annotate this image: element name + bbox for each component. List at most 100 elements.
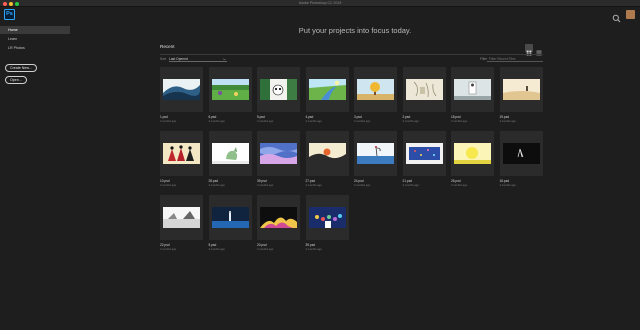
file-thumbnail[interactable] xyxy=(208,195,252,240)
file-thumbnail[interactable] xyxy=(354,67,397,112)
file-thumbnail[interactable] xyxy=(305,195,349,240)
file-name: 26.psd xyxy=(451,179,461,183)
app-header: Ps xyxy=(0,7,640,23)
file-thumbnail[interactable] xyxy=(354,131,397,176)
section-divider xyxy=(160,54,543,55)
file-thumbnail[interactable] xyxy=(257,67,300,112)
file-thumbnail[interactable] xyxy=(257,131,300,176)
recent-file-tile[interactable]: 28.psd 4 months ago xyxy=(208,131,252,190)
recent-file-tile[interactable]: 5.psd 4 months ago xyxy=(257,67,300,126)
file-thumbnail[interactable] xyxy=(305,131,349,176)
file-thumbnail[interactable] xyxy=(160,131,203,176)
file-thumbnail[interactable] xyxy=(160,67,203,112)
recent-file-tile[interactable]: 39.psd 4 months ago xyxy=(305,195,349,254)
file-last-opened: 4 months ago xyxy=(354,183,371,187)
thumbnail-image xyxy=(308,207,346,228)
recent-file-tile[interactable]: 39.psd 4 months ago xyxy=(257,131,300,190)
file-thumbnail[interactable] xyxy=(257,195,300,240)
file-name: 39.psd xyxy=(305,243,316,247)
thumbnail-image xyxy=(163,79,200,100)
recent-file-tile[interactable]: 19.psd 4 months ago xyxy=(499,67,543,126)
file-name: 19.psd xyxy=(499,115,510,119)
file-last-opened: 4 months ago xyxy=(257,247,274,251)
hero-headline: Put your projects into focus today. xyxy=(298,26,412,35)
recent-file-tile[interactable]: 22.psd 4 months ago xyxy=(160,195,203,254)
file-name: 39.psd xyxy=(257,179,267,183)
file-name: 24.psd xyxy=(354,179,364,183)
recent-file-tile[interactable]: 5.psd 4 months ago xyxy=(208,195,252,254)
recent-file-tile[interactable]: 3.psd 4 months ago xyxy=(354,67,397,126)
search-button[interactable] xyxy=(612,10,621,23)
thumbnail-image xyxy=(211,207,249,228)
file-last-opened: 4 months ago xyxy=(499,183,516,187)
recent-file-tile[interactable]: 16.psd 4 months ago xyxy=(499,131,543,190)
thumbnail-image xyxy=(405,143,443,164)
file-last-opened: 4 months ago xyxy=(305,183,322,187)
file-thumbnail[interactable] xyxy=(451,67,494,112)
file-last-opened: 4 months ago xyxy=(402,119,419,123)
thumbnail-image xyxy=(357,79,394,100)
thumbnail-image xyxy=(454,143,491,164)
file-last-opened: 4 months ago xyxy=(305,119,322,123)
file-thumbnail[interactable] xyxy=(402,131,446,176)
recent-file-tile[interactable]: 26.psd 4 months ago xyxy=(451,131,494,190)
file-last-opened: 4 months ago xyxy=(257,119,274,123)
recent-file-tile[interactable]: 24.psd 4 months ago xyxy=(354,131,397,190)
thumbnail-image xyxy=(308,143,346,164)
sidebar: Home Learn LR Photos Create New... Open.… xyxy=(0,26,70,330)
thumbnail-image xyxy=(502,79,540,100)
sidebar-item-lr-photos[interactable]: LR Photos xyxy=(0,44,70,52)
sort-direction-icon[interactable]: ↓ xyxy=(223,56,225,62)
sort-label: Sort xyxy=(160,57,167,61)
recent-file-tile[interactable]: 20.psd 4 months ago xyxy=(257,195,300,254)
file-thumbnail[interactable] xyxy=(208,67,252,112)
open-button[interactable]: Open... xyxy=(5,76,27,84)
file-name: 28.psd xyxy=(208,179,219,183)
file-last-opened: 4 months ago xyxy=(160,119,177,123)
file-last-opened: 4 months ago xyxy=(451,183,468,187)
file-thumbnail[interactable] xyxy=(402,67,446,112)
sidebar-item-learn[interactable]: Learn xyxy=(0,35,70,43)
file-last-opened: 4 months ago xyxy=(354,119,371,123)
thumbnail-image xyxy=(163,207,200,228)
recent-file-tile[interactable]: 4.psd 4 months ago xyxy=(305,67,349,126)
file-last-opened: 4 months ago xyxy=(208,247,225,251)
sort-dropdown[interactable]: Last Opened ⌄ xyxy=(169,56,227,62)
filter-input[interactable]: Filter Recent Files xyxy=(487,56,543,62)
file-last-opened: 4 months ago xyxy=(451,119,468,123)
recent-file-tile[interactable]: 10.psd 4 months ago xyxy=(160,131,203,190)
file-thumbnail[interactable] xyxy=(499,131,543,176)
recent-file-tile[interactable]: 27.psd 4 months ago xyxy=(305,131,349,190)
thumbnail-image xyxy=(260,207,297,228)
recent-file-tile[interactable]: 1.psd 4 months ago xyxy=(160,67,203,126)
user-avatar[interactable] xyxy=(626,10,635,19)
thumbnail-image xyxy=(405,79,443,100)
file-thumbnail[interactable] xyxy=(499,67,543,112)
file-thumbnail[interactable] xyxy=(208,131,252,176)
recent-file-tile[interactable]: 6.psd 4 months ago xyxy=(208,67,252,126)
file-name: 16.psd xyxy=(499,179,510,183)
recent-file-tile[interactable]: 21.psd 4 months ago xyxy=(402,131,446,190)
file-name: 18.psd xyxy=(451,115,461,119)
file-last-opened: 4 months ago xyxy=(160,247,177,251)
window-titlebar: Adobe Photoshop CC 2019 xyxy=(0,0,640,7)
file-thumbnail[interactable] xyxy=(160,195,203,240)
file-name: 6.psd xyxy=(208,115,217,119)
file-last-opened: 4 months ago xyxy=(208,119,225,123)
file-name: 20.psd xyxy=(257,243,267,247)
recent-file-tile[interactable]: 2.psd 4 months ago xyxy=(402,67,446,126)
recent-file-tile[interactable]: 18.psd 4 months ago xyxy=(451,67,494,126)
file-name: 22.psd xyxy=(160,243,170,247)
grid-view-button[interactable] xyxy=(525,44,533,56)
file-thumbnail[interactable] xyxy=(451,131,494,176)
sort-value: Last Opened xyxy=(169,57,188,61)
file-name: 21.psd xyxy=(402,179,413,183)
file-last-opened: 4 months ago xyxy=(208,183,225,187)
photoshop-logo: Ps xyxy=(4,9,15,20)
list-view-button[interactable] xyxy=(535,44,543,56)
file-name: 2.psd xyxy=(402,115,411,119)
sidebar-item-home[interactable]: Home xyxy=(0,26,70,34)
file-thumbnail[interactable] xyxy=(305,67,349,112)
create-new-button[interactable]: Create New... xyxy=(5,64,37,72)
file-last-opened: 4 months ago xyxy=(160,183,177,187)
